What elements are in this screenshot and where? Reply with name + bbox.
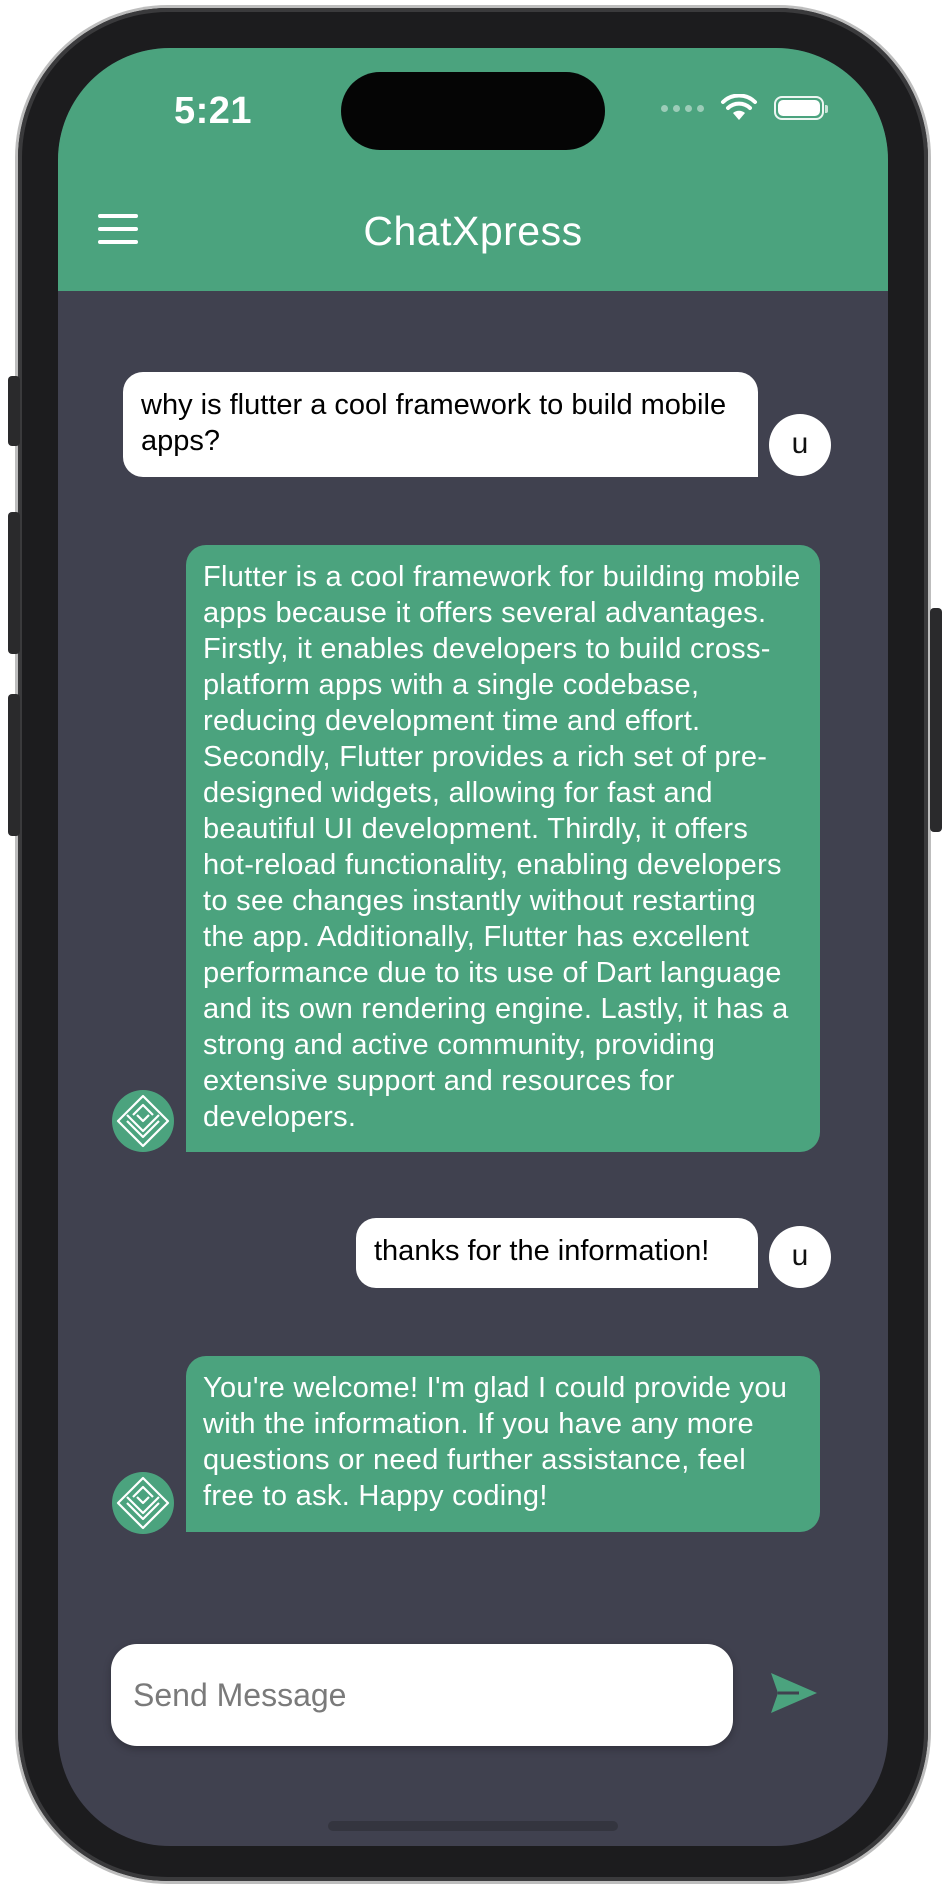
diamond-logo-icon [116,1476,170,1530]
wifi-icon [721,94,757,120]
app-title: ChatXpress [363,208,583,254]
message-text: why is flutter a cool framework to build… [141,389,727,457]
user-avatar: u [769,1226,831,1288]
status-time: 5:21 [174,90,253,132]
send-button[interactable] [769,1670,819,1716]
volume-down-button [8,694,20,836]
message-text: Flutter is a cool framework for building… [203,561,801,1133]
message-text: You're welcome! I'm glad I could provide… [203,1372,788,1512]
bot-message-bubble: You're welcome! I'm glad I could provide… [186,1356,820,1532]
message-input-container [111,1644,733,1746]
home-indicator [328,1821,618,1831]
action-button [8,376,20,446]
message-text: thanks for the information! [374,1235,710,1267]
app-header: 5:21 ChatXpress [58,48,888,291]
dynamic-island [341,72,605,150]
user-avatar: u [769,414,831,476]
bot-message-bubble: Flutter is a cool framework for building… [186,545,820,1152]
user-message-bubble: why is flutter a cool framework to build… [123,372,758,477]
user-message-bubble: thanks for the information! [356,1218,758,1288]
bot-avatar [112,1090,174,1152]
volume-up-button [8,512,20,654]
send-icon [771,1673,817,1713]
message-input[interactable] [111,1644,733,1746]
status-icons [661,94,828,122]
power-button [930,608,942,832]
bot-avatar [112,1472,174,1534]
signal-dots-icon [661,104,704,112]
diamond-logo-icon [116,1094,170,1148]
battery-icon [774,96,828,120]
app-screen: 5:21 ChatXpress why is flutter a cool fr… [58,48,888,1846]
